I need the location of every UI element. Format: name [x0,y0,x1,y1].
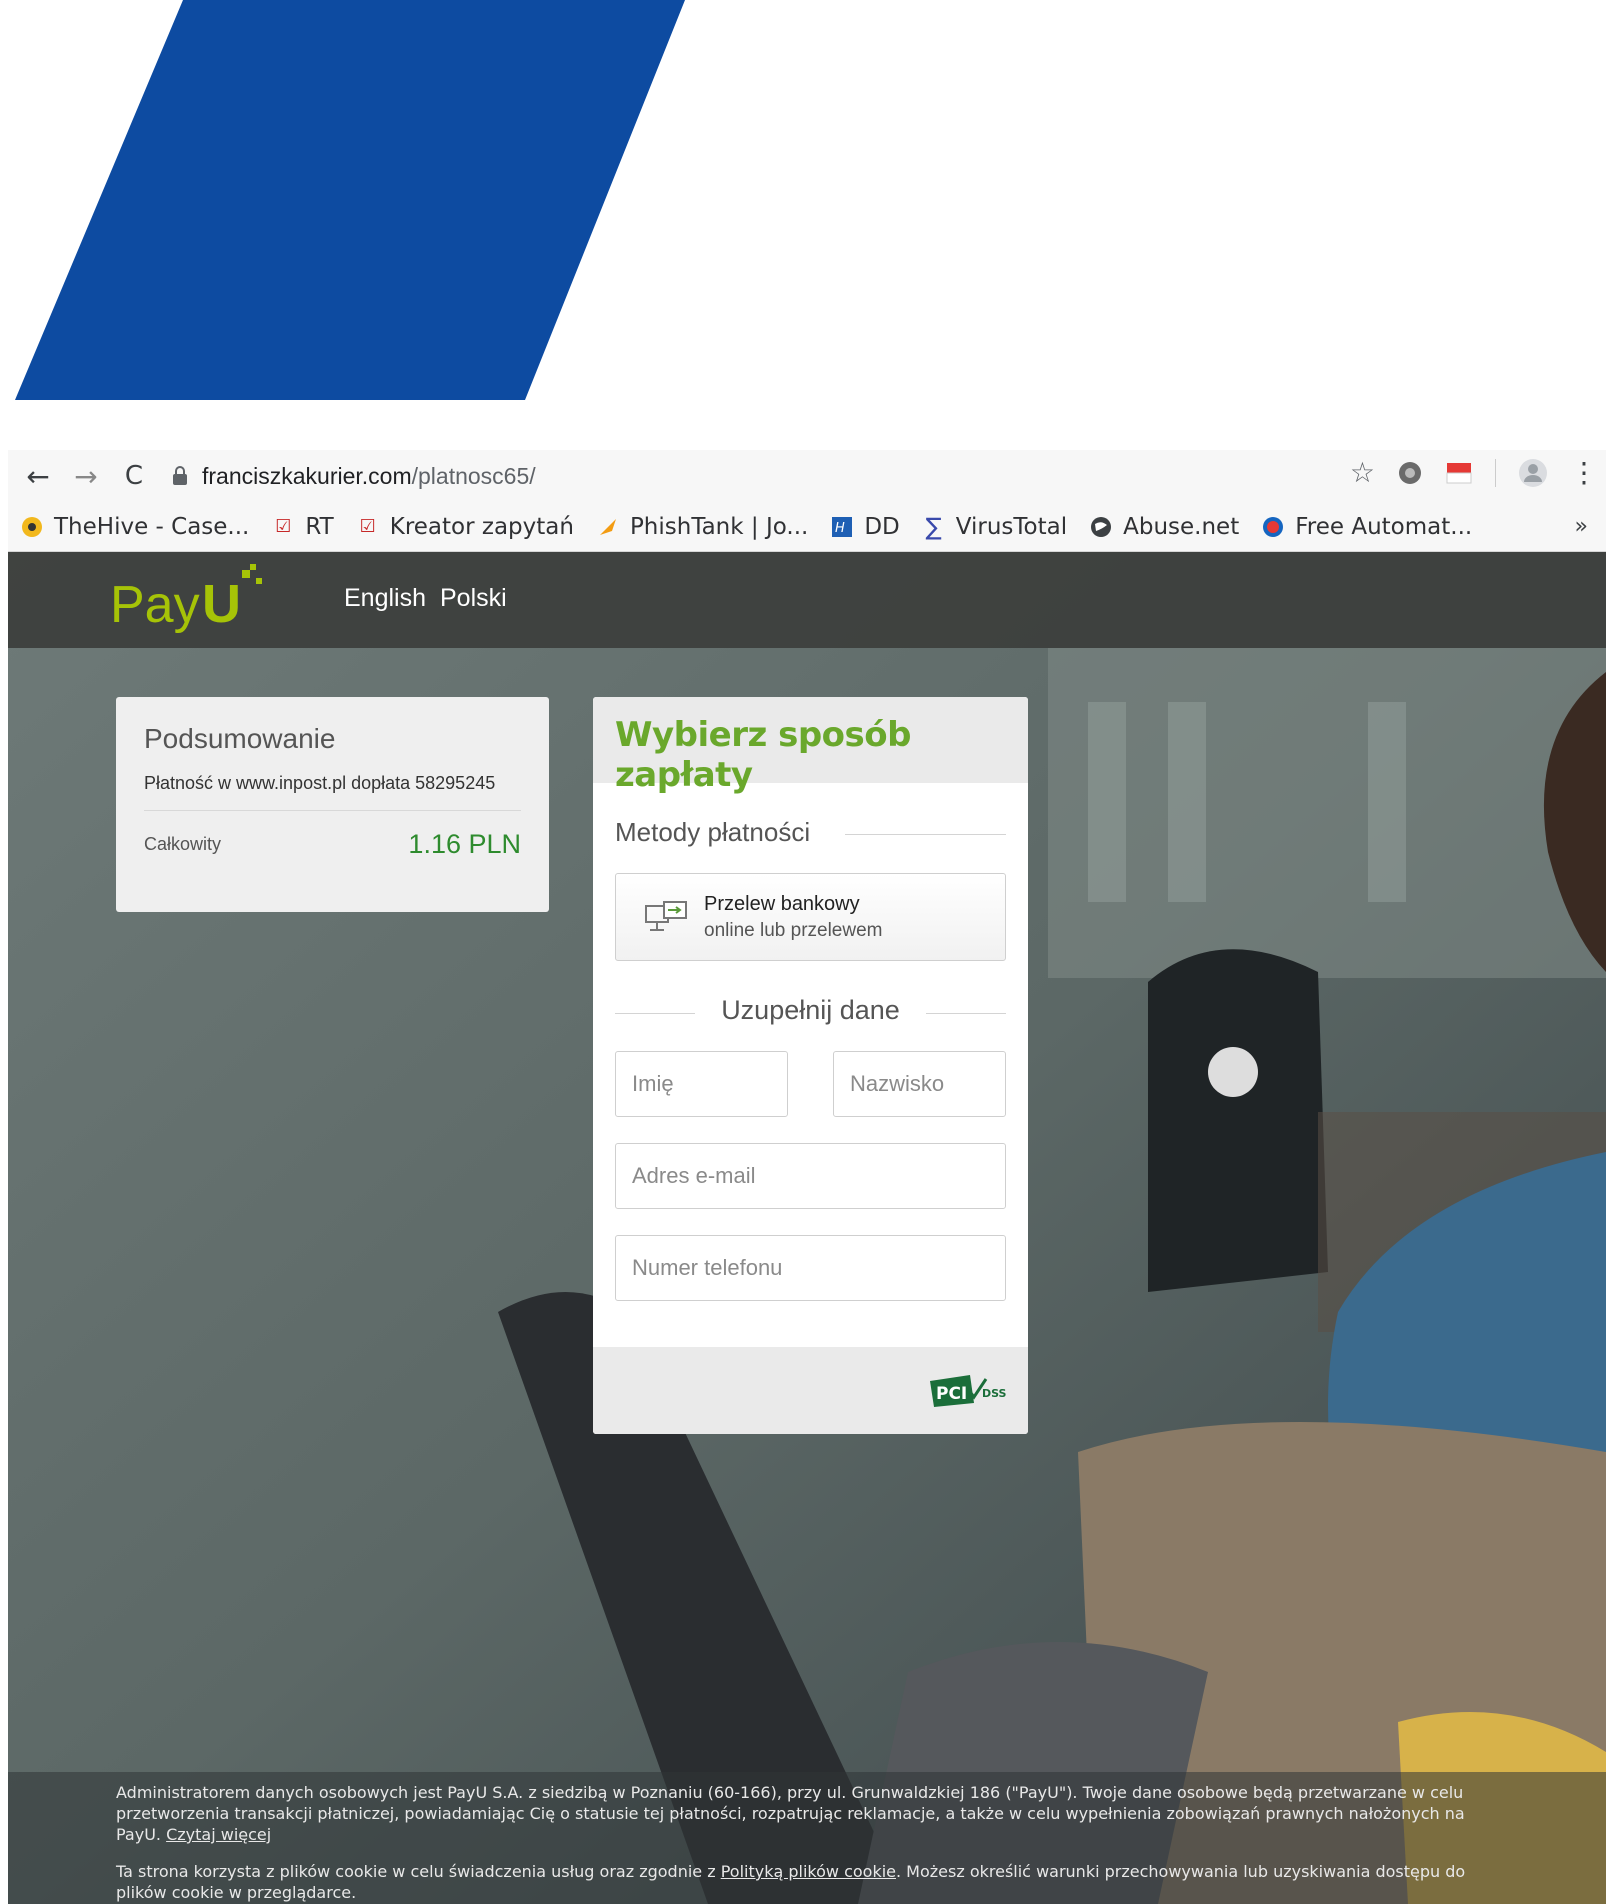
lang-polski-link[interactable]: Polski [440,584,507,613]
read-more-link[interactable]: Czytaj więcej [166,1825,271,1844]
payment-card-footer: PCI DSS [593,1347,1028,1434]
bookmark-free-automat[interactable]: Free Automat... [1261,514,1472,540]
methods-heading: Metody płatności [615,817,1006,849]
bookmark-rt[interactable]: ☑ RT [271,514,333,540]
browser-toolbar: ← → C franciszkakurier.com/platnosc65/ ☆ [8,450,1606,502]
toolbar-divider [1495,458,1496,487]
back-arrow-icon[interactable]: ← [18,456,58,496]
reload-icon[interactable]: C [114,456,154,496]
menu-kebab-icon[interactable]: ⋮ [1570,456,1598,489]
summary-card: Podsumowanie Płatność w www.inpost.pl do… [116,697,549,912]
bookmarks-overflow-icon[interactable]: » [1575,514,1588,539]
summary-title: Podsumowanie [144,723,336,754]
cookie-policy-link[interactable]: Polityką plików cookie [721,1862,896,1881]
decorative-banner [0,0,1606,450]
bookmark-label: Kreator zapytań [389,513,574,540]
summary-total-row: Całkowity 1.16 PLN [144,829,521,860]
legal-paragraph-privacy: Administratorem danych osobowych jest Pa… [116,1782,1506,1845]
fill-data-heading: Uzupełnij dane [615,995,1006,1029]
lock-icon [173,466,187,485]
payment-card-header: Wybierz sposób zapłaty [593,697,1028,795]
address-bar[interactable]: franciszkakurier.com/platnosc65/ [172,463,536,490]
profile-avatar-icon[interactable] [1518,458,1548,488]
checkbox-red-icon: ☑ [275,516,292,537]
bookmark-thehive[interactable]: TheHive - Case... [20,514,249,540]
svg-text:DSS: DSS [982,1387,1006,1400]
language-switcher: English Polski [344,584,507,613]
bank-transfer-title: Przelew bankowy [704,892,860,915]
privacy-text: Administratorem danych osobowych jest Pa… [116,1783,1465,1844]
bookmark-label: PhishTank | Jo... [629,513,809,540]
cookie-text-before: Ta strona korzysta z plików cookie w cel… [116,1862,716,1881]
total-label: Całkowity [144,834,222,854]
page-viewport: Pay U English Polski Podsumowanie Płatno… [8,552,1606,1904]
bookmark-label: Free Automat... [1295,513,1473,540]
bookmark-label: RT [305,513,334,540]
svg-text:U: U [202,574,241,634]
bookmarks-bar: TheHive - Case... ☑ RT ☑ Kreator zapytań… [8,502,1606,552]
email-input[interactable] [615,1143,1006,1209]
bank-transfer-subtitle: online lub przelewem [704,919,883,941]
bookmark-label: VirusTotal [955,513,1068,540]
payment-card: Wybierz sposób zapłaty Metody płatności … [593,697,1028,1434]
lang-english-link[interactable]: English [344,584,426,613]
legal-paragraph-cookies: Ta strona korzysta z plików cookie w cel… [116,1861,1506,1903]
legal-footer: Administratorem danych osobowych jest Pa… [116,1782,1506,1904]
payu-header: Pay U English Polski [8,552,1606,648]
sigma-icon: ∑ [925,512,942,541]
methods-heading-label: Metody płatności [615,817,835,847]
payment-title: Wybierz sposób zapłaty [615,715,911,795]
summary-description: Płatność w www.inpost.pl dopłata 5829524… [144,773,521,811]
globe-icon [1089,515,1113,539]
star-icon[interactable]: ☆ [1350,456,1375,489]
thehive-icon [20,515,44,539]
bookmark-phishtank[interactable]: PhishTank | Jo... [596,514,808,540]
pci-dss-logo: PCI DSS [930,1375,1006,1407]
browser-logo-icon [1261,515,1285,539]
total-amount: 1.16 PLN [408,829,521,859]
bookmark-kreator[interactable]: ☑ Kreator zapytań [356,514,574,540]
bookmark-abuse[interactable]: Abuse.net [1089,514,1239,540]
bookmark-label: Abuse.net [1123,513,1240,540]
svg-text:Pay: Pay [110,576,200,634]
url-path: /platnosc65/ [411,462,536,489]
extension-flag-icon[interactable] [1445,461,1473,485]
bookmark-dd[interactable]: H DD [830,513,900,540]
dd-icon: H [830,515,854,539]
first-name-input[interactable] [615,1051,788,1117]
toolbar-right: ☆ ⋮ [1350,456,1598,489]
fill-data-heading-label: Uzupełnij dane [695,995,926,1025]
bank-transfer-icon [645,901,687,931]
extension-globe-icon[interactable] [1397,460,1423,486]
svg-text:H: H [835,521,845,536]
bookmark-label: TheHive - Case... [54,513,250,540]
bank-transfer-text: Przelew bankowy online lub przelewem [704,893,883,942]
svg-text:PCI: PCI [936,1384,967,1404]
payu-logo: Pay U [110,564,262,634]
screenshot-root: ← → C franciszkakurier.com/platnosc65/ ☆ [0,0,1606,1904]
phishtank-icon [596,515,620,539]
url-host: franciszkakurier.com [202,462,412,489]
forward-arrow-icon[interactable]: → [66,456,106,496]
blue-parallelogram [15,0,685,400]
bookmark-label: DD [864,513,900,540]
checkbox-red-icon: ☑ [359,516,376,537]
bank-transfer-button[interactable]: Przelew bankowy online lub przelewem [615,873,1006,961]
last-name-input[interactable] [833,1051,1006,1117]
phone-input[interactable] [615,1235,1006,1301]
browser-window: ← → C franciszkakurier.com/platnosc65/ ☆ [8,450,1606,1904]
name-fields-row [615,1051,1006,1117]
bookmark-virustotal[interactable]: ∑ VirusTotal [922,512,1068,541]
